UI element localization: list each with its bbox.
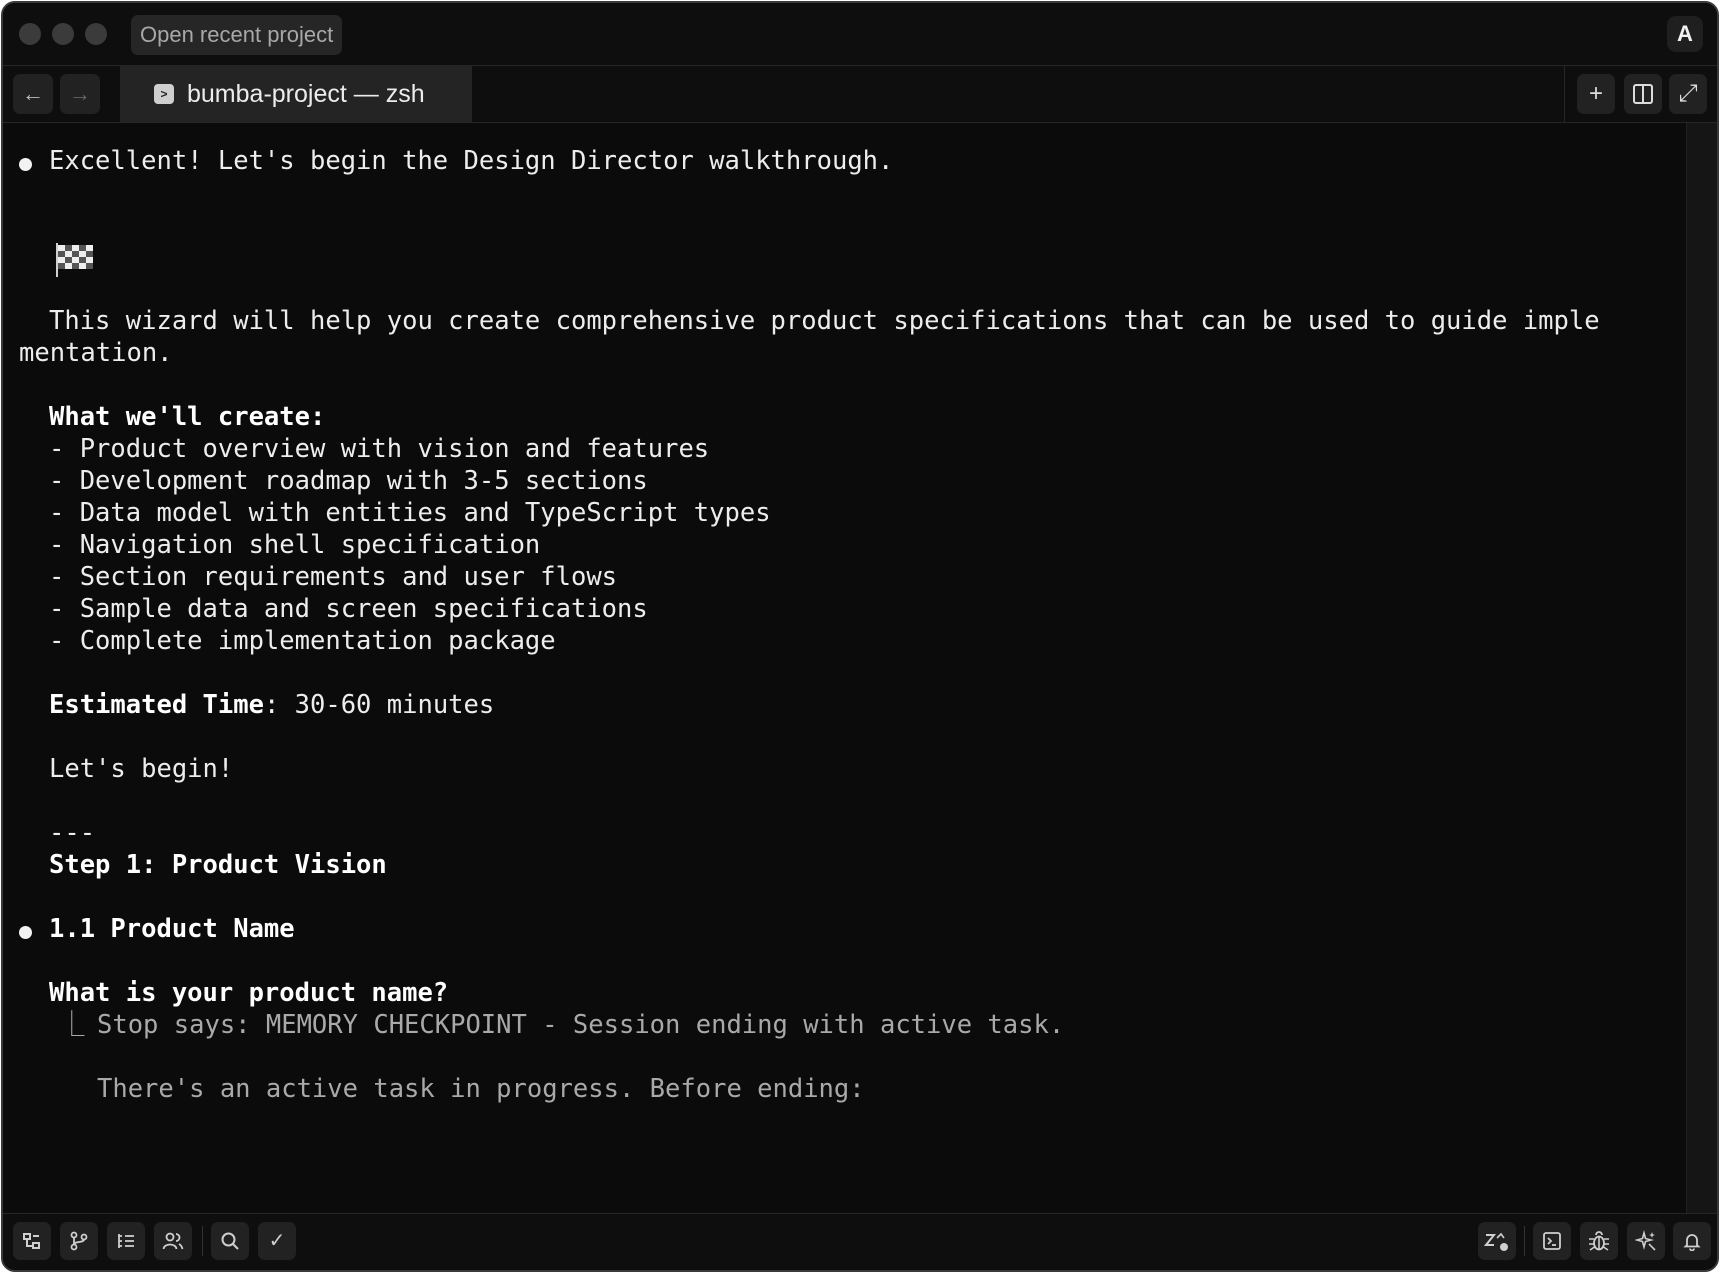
list-item: - Development roadmap with 3-5 sections [49,466,648,496]
new-tab-button[interactable]: + [1577,74,1615,114]
terminal-panel-button[interactable] [1533,1222,1571,1260]
create-heading: What we'll create: [49,402,326,432]
list-item: - Data model with entities and TypeScrip… [49,498,771,528]
list-item: - Section requirements and user flows [49,562,618,592]
list-item: - Product overview with vision and featu… [49,434,710,464]
git-branch-icon [70,1231,88,1251]
terminal-icon: > [154,84,174,104]
time-value: : 30-60 minutes [263,690,495,720]
hook-line: Stop says: MEMORY CHECKPOINT - Session e… [97,1010,1065,1040]
minimize-window-button[interactable] [52,23,74,45]
open-recent-project-button[interactable]: Open recent project [131,15,343,55]
account-avatar[interactable]: A [1667,16,1703,52]
title-bar: Open recent project A [3,3,1717,65]
arrow-left-icon: ← [22,81,44,106]
terminal-window: Open recent project A ← → > bumba-projec… [1,1,1719,1272]
list-item: - Navigation shell specification [49,530,541,560]
split-pane-icon [1633,84,1653,104]
message-bullet [19,926,32,939]
question-line: What is your product name? [49,978,449,1008]
file-tree-button[interactable] [13,1222,51,1260]
scrollbar[interactable] [1686,123,1717,1214]
plus-icon: + [1588,80,1603,107]
time-label: Estimated Time [49,690,264,720]
back-button[interactable]: ← [13,74,53,114]
outline-button[interactable] [107,1222,145,1260]
hook-connector-icon: ⎿ [59,1010,85,1040]
zoom-window-button[interactable] [85,23,107,45]
tab-terminal[interactable]: > bumba-project — zsh [120,66,472,122]
expand-icon: ⤢ [1678,80,1698,107]
hook-followup-line: There's an active task in progress. Befo… [97,1074,865,1104]
arrow-right-icon: → [69,81,91,106]
tasks-check-button[interactable]: ✓ [258,1222,296,1260]
expand-button[interactable]: ⤢ [1669,74,1707,114]
status-bar: ✓ [3,1213,1717,1270]
search-icon [221,1232,239,1250]
terminal-output[interactable]: Excellent! Let's begin the Design Direct… [3,123,1687,1214]
notifications-button[interactable] [1673,1222,1711,1260]
file-tree-icon [23,1233,40,1249]
checkmark-icon: ✓ [268,1230,286,1252]
tab-title: bumba-project — zsh [187,80,425,108]
sleep-mode-button[interactable] [1478,1222,1516,1260]
begin-line: Let's begin! [49,754,234,784]
divider [202,1226,203,1256]
ai-assistant-button[interactable] [1627,1222,1665,1260]
estimated-time-line: Estimated Time: 30-60 minutes [49,689,494,721]
checkered-flag-icon [56,243,93,277]
tab-bar: ← → > bumba-project — zsh + ⤢ [3,65,1717,123]
forward-button[interactable]: → [60,74,100,114]
split-pane-button[interactable] [1624,74,1662,114]
git-branch-button[interactable] [60,1222,98,1260]
list-item: - Complete implementation package [49,626,556,656]
divider [1524,1226,1525,1256]
sleep-zz-icon [1483,1232,1508,1251]
tab-actions: + ⤢ [1564,66,1717,122]
collaborators-icon [162,1232,184,1250]
description-line-1: This wizard will help you create compreh… [49,306,1600,336]
list-item: - Sample data and screen specifications [49,594,648,624]
debug-button[interactable] [1580,1222,1618,1260]
bell-icon [1683,1234,1701,1252]
step-heading: Step 1: Product Vision [49,850,387,880]
collaborators-button[interactable] [154,1222,192,1260]
outline-list-icon [118,1234,134,1248]
terminal-icon [1543,1232,1561,1250]
intro-line: Excellent! Let's begin the Design Direct… [49,146,894,176]
debug-bug-icon [1589,1231,1609,1251]
message-bullet [19,158,32,171]
section-heading: 1.1 Product Name [49,914,295,944]
search-button[interactable] [211,1222,249,1260]
divider-line: --- [49,818,96,848]
close-window-button[interactable] [19,23,41,45]
description-line-2: mentation. [19,338,173,368]
ai-sparkle-icon [1633,1229,1656,1251]
